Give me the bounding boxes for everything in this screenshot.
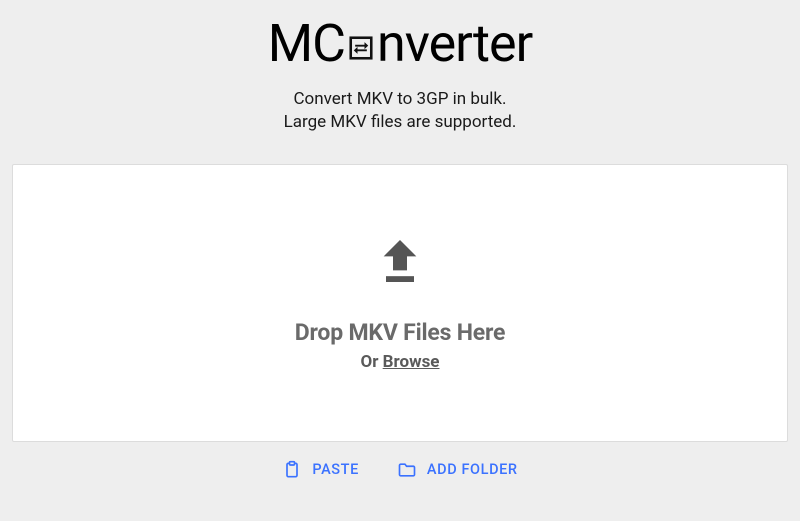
add-folder-label: ADD FOLDER	[427, 461, 518, 478]
tagline: Convert MKV to 3GP in bulk. Large MKV fi…	[284, 88, 517, 134]
paste-label: PASTE	[312, 461, 359, 478]
browse-link[interactable]: Browse	[383, 352, 440, 372]
folder-icon	[397, 460, 417, 480]
dropzone-title: Drop MKV Files Here	[295, 319, 505, 346]
tagline-line-2: Large MKV files are supported.	[284, 111, 517, 134]
swap-icon	[347, 34, 375, 62]
clipboard-icon	[282, 460, 302, 480]
logo-text-right: nverter	[377, 18, 532, 70]
dropzone-actions: PASTE ADD FOLDER	[282, 460, 517, 480]
app-logo: MC nverter	[268, 18, 533, 70]
add-folder-button[interactable]: ADD FOLDER	[397, 460, 518, 480]
dropzone-or: Or	[361, 352, 383, 372]
dropzone-subtitle: Or Browse	[361, 352, 440, 372]
tagline-line-1: Convert MKV to 3GP in bulk.	[284, 88, 517, 111]
upload-icon	[372, 233, 428, 293]
paste-button[interactable]: PASTE	[282, 460, 359, 480]
file-dropzone[interactable]: Drop MKV Files Here Or Browse	[12, 164, 788, 442]
logo-text-left: MC	[268, 18, 345, 70]
page: MC nverter Convert MKV to 3GP in bulk. L…	[0, 0, 800, 521]
